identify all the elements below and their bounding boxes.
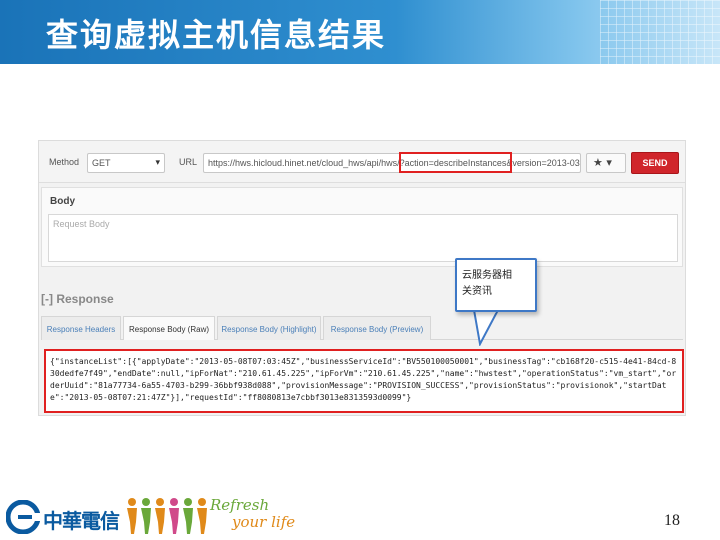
tab-response-body-preview[interactable]: Response Body (Preview) (323, 316, 431, 340)
callout-line-2: 关资讯 (462, 286, 492, 297)
star-icon: ★ ▾ (593, 156, 612, 169)
response-body-json: {"instanceList":[{"applyDate":"2013-05-0… (44, 349, 684, 413)
response-toggle-heading[interactable]: [-] Response (41, 292, 114, 306)
cht-logo: 中華電信 (6, 500, 124, 534)
rest-client-window: Method GET ▾ URL https://hws.hicloud.hin… (38, 140, 686, 416)
page-number: 18 (664, 512, 680, 529)
slogan-line-2: your life (232, 513, 296, 531)
response-tabs: Response Headers Response Body (Raw) Res… (41, 316, 683, 340)
slide-title: 查询虚拟主机信息结果 (46, 16, 387, 54)
favorite-dropdown-button[interactable]: ★ ▾ (586, 153, 626, 173)
send-button[interactable]: SEND (631, 152, 679, 174)
company-name: 中華電信 (43, 509, 120, 533)
banner-grid-decoration (600, 0, 720, 64)
title-banner: 查询虚拟主机信息结果 (0, 0, 720, 64)
method-select[interactable]: GET ▾ (87, 153, 165, 173)
slogan-line-1: Refresh (210, 496, 270, 514)
request-toolbar: Method GET ▾ URL https://hws.hicloud.hin… (39, 141, 685, 183)
method-label: Method (49, 157, 80, 167)
url-input[interactable]: https://hws.hicloud.hinet.net/cloud_hws/… (203, 153, 581, 173)
tab-response-body-highlight[interactable]: Response Body (Highlight) (217, 316, 321, 340)
people-figures-icon (127, 498, 207, 534)
request-body-panel: Body Request Body (41, 187, 683, 267)
slogan: Refresh your life (210, 496, 310, 536)
callout-bubble: 云服务器相 关资讯 (455, 258, 537, 312)
callout-text: 云服务器相 关资讯 (462, 268, 534, 300)
method-value: GET (92, 158, 111, 168)
chevron-down-icon: ▾ (155, 157, 160, 167)
request-body-heading: Body (50, 196, 75, 207)
callout-line-1: 云服务器相 (462, 270, 512, 281)
url-query-highlight (399, 152, 512, 173)
url-label: URL (179, 157, 198, 167)
request-body-textarea[interactable]: Request Body (48, 214, 678, 262)
tab-response-body-raw[interactable]: Response Body (Raw) (123, 316, 215, 340)
tab-response-headers[interactable]: Response Headers (41, 316, 121, 340)
cht-logo-mark-icon (6, 500, 40, 534)
callout-pointer (472, 310, 500, 346)
